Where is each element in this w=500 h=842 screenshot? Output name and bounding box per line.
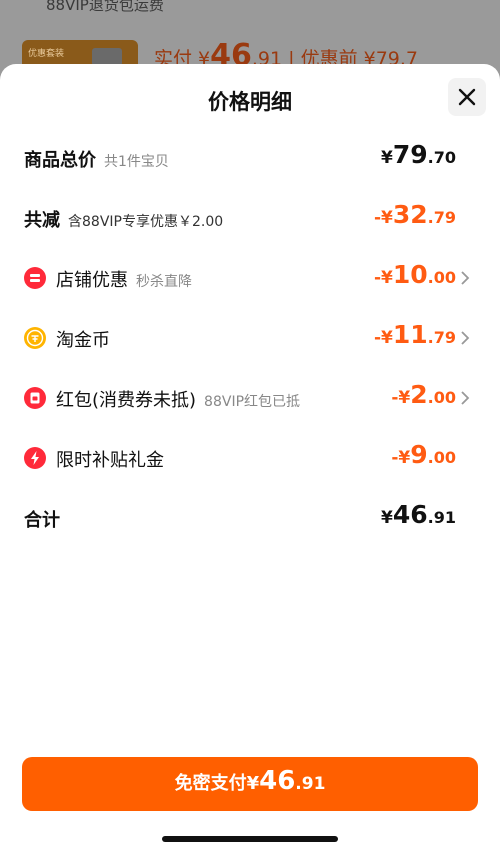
price-detail-sheet: 价格明细 商品总价 共1件宝贝 ¥79.70 共减 含88VIP专享优惠￥2.00 … [0, 64, 500, 842]
row-sub: 共1件宝贝 [104, 154, 169, 170]
return-shipping-note: 88VIP退货包运费 [46, 0, 164, 14]
chevron-right-icon [461, 331, 470, 345]
total-label: 合计 [24, 510, 60, 531]
store-discount-icon [24, 267, 46, 289]
row-label: 共减 含88VIP专享优惠￥2.00 [24, 210, 224, 231]
row-sub: 含88VIP专享优惠￥2.00 [68, 214, 224, 230]
row-total-reduction: 共减 含88VIP专享优惠￥2.00 -¥32.79 [0, 198, 500, 238]
chevron-right-icon [461, 391, 470, 405]
row-sub: 秒杀直降 [136, 274, 192, 290]
row-label: 淘金币 [56, 330, 110, 351]
thumbnail-tag: 优惠套装 [28, 49, 65, 59]
close-icon [458, 88, 476, 106]
chevron-right-icon [461, 271, 470, 285]
row-goods-total: 商品总价 共1件宝贝 ¥79.70 [0, 138, 500, 178]
row-label: 红包(消费券未抵) 88VIP红包已抵 [56, 390, 301, 411]
pay-button[interactable]: 免密支付¥46.91 [22, 757, 478, 811]
row-amount: -¥10.00 [373, 260, 456, 289]
total-amount: ¥46.91 [381, 500, 456, 529]
row-total: 合计 ¥46.91 [0, 498, 500, 538]
row-label: 限时补贴礼金 [56, 450, 164, 471]
row-taojinbi[interactable]: 淘金币 -¥11.79 [0, 318, 500, 358]
row-limited-subsidy[interactable]: 限时补贴礼金 -¥9.00 [0, 438, 500, 478]
red-packet-icon [24, 387, 46, 409]
row-amount: -¥2.00 [391, 380, 456, 409]
row-amount: ¥79.70 [381, 140, 456, 169]
row-amount: -¥9.00 [391, 440, 456, 469]
row-red-packet[interactable]: 红包(消费券未抵) 88VIP红包已抵 -¥2.00 [0, 378, 500, 418]
lightning-subsidy-icon [24, 447, 46, 469]
row-sub: 88VIP红包已抵 [204, 394, 301, 410]
row-amount: -¥11.79 [373, 320, 456, 349]
row-amount: -¥32.79 [373, 200, 456, 229]
gold-coin-icon [24, 327, 46, 349]
row-store-discount[interactable]: 店铺优惠 秒杀直降 -¥10.00 [0, 258, 500, 298]
sheet-title: 价格明细 [208, 90, 292, 114]
pay-button-label: 免密支付¥46.91 [174, 766, 326, 796]
close-button[interactable] [448, 78, 486, 116]
home-indicator [162, 836, 338, 842]
row-label: 店铺优惠 秒杀直降 [56, 270, 192, 291]
row-label: 商品总价 共1件宝贝 [24, 150, 169, 171]
